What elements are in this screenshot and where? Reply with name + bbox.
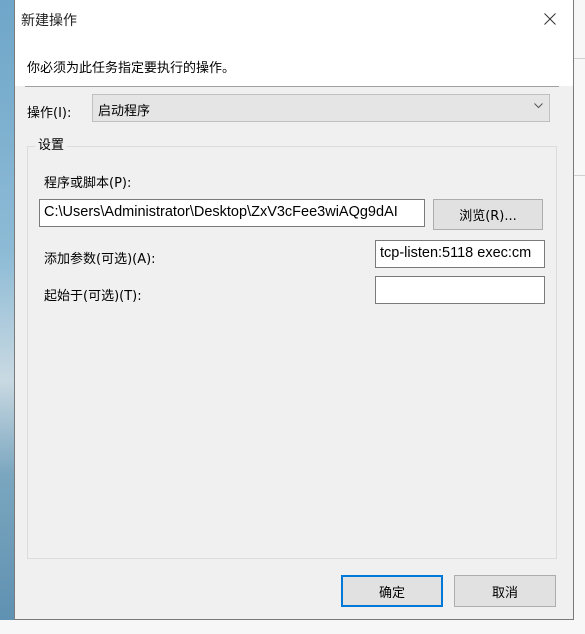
- new-action-dialog: 新建操作 你必须为此任务指定要执行的操作。 操作(I): 启动程序 设置 程序或…: [14, 0, 574, 620]
- program-input[interactable]: C:\Users\Administrator\Desktop\ZxV3cFee3…: [39, 199, 425, 227]
- cancel-button[interactable]: 取消: [454, 575, 556, 607]
- arguments-label: 添加参数(可选)(A):: [44, 252, 156, 267]
- instruction-area: 你必须为此任务指定要执行的操作。: [15, 38, 573, 86]
- ok-button[interactable]: 确定: [341, 575, 443, 607]
- background-window-edge: [574, 0, 585, 634]
- background-window-bottom: [0, 620, 585, 634]
- close-icon: [544, 13, 556, 25]
- instruction-text: 你必须为此任务指定要执行的操作。: [27, 61, 236, 76]
- close-button[interactable]: [527, 0, 573, 38]
- arguments-input[interactable]: tcp-listen:5118 exec:cm: [375, 240, 545, 268]
- title-bar[interactable]: 新建操作: [15, 0, 573, 38]
- desktop-background: [0, 0, 14, 634]
- settings-legend: 设置: [35, 134, 68, 153]
- divider: [25, 86, 559, 87]
- start-in-input[interactable]: [375, 276, 545, 304]
- action-label: 操作(I):: [27, 106, 72, 121]
- dialog-title: 新建操作: [21, 13, 77, 29]
- chevron-down-icon: [534, 103, 543, 109]
- start-in-label: 起始于(可选)(T):: [44, 289, 142, 304]
- program-label: 程序或脚本(P):: [44, 176, 132, 191]
- browse-button[interactable]: 浏览(R)...: [433, 199, 543, 230]
- action-selected-value: 启动程序: [98, 104, 151, 119]
- action-dropdown[interactable]: 启动程序: [92, 94, 550, 122]
